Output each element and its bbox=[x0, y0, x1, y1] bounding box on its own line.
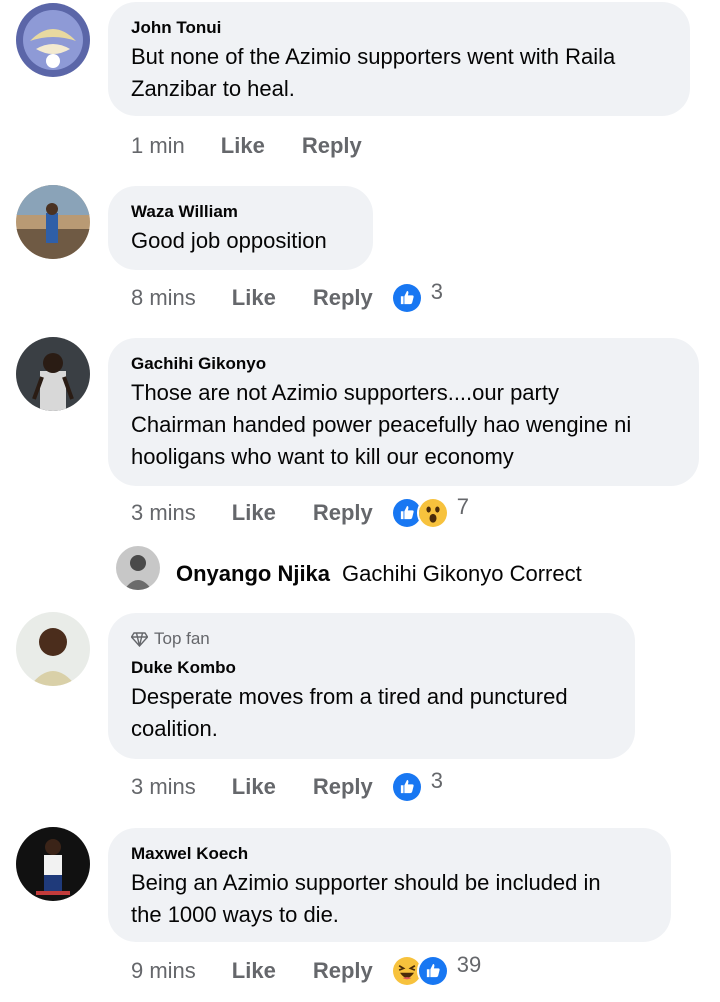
reaction-count: 39 bbox=[456, 952, 482, 977]
comment-author[interactable]: John Tonui bbox=[131, 18, 668, 38]
comment-text: Those are not Azimio supporters....our p… bbox=[131, 380, 632, 469]
reply-button[interactable]: Reply bbox=[302, 133, 362, 159]
comment-time[interactable]: 8 mins bbox=[131, 285, 196, 311]
comment-text: But none of the Azimio supporters went w… bbox=[131, 44, 616, 101]
avatar[interactable] bbox=[16, 3, 90, 77]
comment-bubble: Maxwel Koech Being an Azimio supporter s… bbox=[108, 828, 671, 942]
comment-author[interactable]: Maxwel Koech bbox=[131, 844, 649, 864]
comment-author[interactable]: Gachihi Gikonyo bbox=[131, 354, 677, 374]
avatar[interactable] bbox=[116, 546, 160, 590]
wow-icon bbox=[416, 497, 449, 529]
like-button[interactable]: Like bbox=[232, 774, 276, 800]
like-button[interactable]: Like bbox=[232, 285, 276, 311]
comment-actions: 3 mins Like Reply 3 bbox=[131, 768, 443, 803]
reaction-count: 3 bbox=[430, 279, 443, 304]
reply-button[interactable]: Reply bbox=[313, 285, 373, 311]
reaction-summary[interactable]: 3 bbox=[390, 768, 443, 803]
comment-time[interactable]: 3 mins bbox=[131, 500, 196, 526]
top-fan-badge: Top fan bbox=[130, 629, 613, 649]
reaction-summary[interactable]: 3 bbox=[390, 279, 443, 314]
thumbs-up-icon bbox=[390, 282, 423, 314]
comment-bubble: Top fan Duke Kombo Desperate moves from … bbox=[108, 613, 635, 759]
avatar[interactable] bbox=[16, 185, 90, 259]
comment-author[interactable]: Waza William bbox=[131, 202, 351, 222]
comment-text: Desperate moves from a tired and punctur… bbox=[131, 684, 568, 741]
reaction-summary[interactable]: 39 bbox=[390, 952, 482, 987]
reply-author[interactable]: Onyango Njika bbox=[176, 561, 330, 587]
reply-button[interactable]: Reply bbox=[313, 774, 373, 800]
avatar[interactable] bbox=[16, 612, 90, 686]
comment-bubble: Gachihi Gikonyo Those are not Azimio sup… bbox=[108, 338, 699, 486]
reaction-summary[interactable]: 7 bbox=[390, 494, 469, 529]
comment-actions: 3 mins Like Reply 7 bbox=[131, 494, 469, 529]
like-button[interactable]: Like bbox=[221, 133, 265, 159]
comment-text: Good job opposition bbox=[131, 228, 327, 253]
thumbs-up-icon bbox=[416, 955, 449, 987]
badge-label: Top fan bbox=[154, 629, 210, 648]
comment-bubble: John Tonui But none of the Azimio suppor… bbox=[108, 2, 690, 116]
comment-time[interactable]: 3 mins bbox=[131, 774, 196, 800]
comment-text: Being an Azimio supporter should be incl… bbox=[131, 870, 601, 927]
like-button[interactable]: Like bbox=[232, 958, 276, 984]
like-button[interactable]: Like bbox=[232, 500, 276, 526]
comment-actions: 1 min Like Reply bbox=[131, 130, 362, 162]
diamond-icon bbox=[130, 631, 149, 647]
comment-author[interactable]: Duke Kombo bbox=[131, 658, 613, 678]
comment-actions: 8 mins Like Reply 3 bbox=[131, 279, 443, 314]
comment-actions: 9 mins Like Reply 39 bbox=[131, 952, 482, 987]
avatar[interactable] bbox=[16, 337, 90, 411]
comment-time[interactable]: 9 mins bbox=[131, 958, 196, 984]
reaction-count: 7 bbox=[456, 494, 469, 519]
comment-bubble: Waza William Good job opposition bbox=[108, 186, 373, 270]
reply-button[interactable]: Reply bbox=[313, 500, 373, 526]
reply-preview[interactable]: Onyango Njika Gachihi Gikonyo Correct bbox=[158, 559, 582, 589]
reaction-count: 3 bbox=[430, 768, 443, 793]
reply-text: Gachihi Gikonyo Correct bbox=[342, 561, 582, 586]
thumbs-up-icon bbox=[390, 771, 423, 803]
comment-time[interactable]: 1 min bbox=[131, 133, 185, 159]
avatar[interactable] bbox=[16, 827, 90, 901]
reply-button[interactable]: Reply bbox=[313, 958, 373, 984]
